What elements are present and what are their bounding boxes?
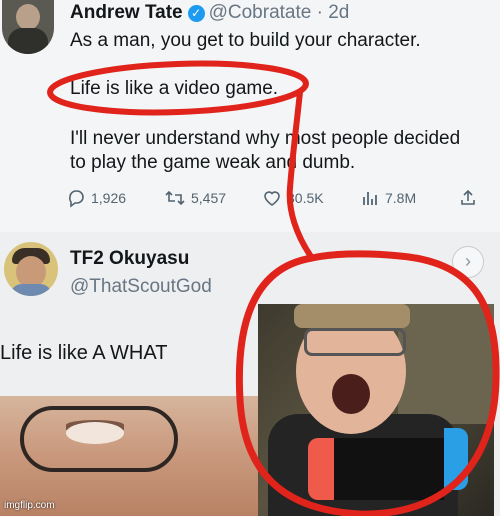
analytics-icon <box>363 192 377 205</box>
reply-button[interactable]: 1,926 <box>66 188 126 208</box>
reply-tweet: TF2 Okuyasu @ThatScoutGod › Life is like… <box>0 232 500 516</box>
like-button[interactable]: 30.5K <box>262 188 324 208</box>
reply-icon <box>69 190 84 208</box>
reply-author-handle[interactable]: @ThatScoutGod <box>70 276 212 298</box>
watermark: imgflip.com <box>4 500 55 511</box>
verified-badge-icon: ✓ <box>187 5 205 22</box>
tweet-header: Andrew Tate ✓ @Cobratate · 2d <box>70 2 349 24</box>
reply-author-name[interactable]: TF2 Okuyasu <box>70 248 189 270</box>
retweet-button[interactable]: 5,457 <box>164 188 226 208</box>
heart-icon <box>264 191 280 206</box>
tweet-text-line: As a man, you get to build your characte… <box>70 30 421 51</box>
tweet-text-line: I'll never understand why most people de… <box>70 128 461 149</box>
tweet-actions: 1,926 5,457 30.5K 7.8M <box>66 188 486 210</box>
author-name[interactable]: Andrew Tate <box>70 2 183 23</box>
share-icon <box>461 189 475 205</box>
reply-image-left[interactable] <box>0 396 258 516</box>
views-button[interactable]: 7.8M <box>360 188 416 208</box>
reaction-image[interactable] <box>258 304 494 516</box>
tweet-text-line: Life is like a video game. <box>70 78 279 99</box>
retweet-icon <box>165 190 185 206</box>
reply-author-avatar[interactable] <box>4 242 58 296</box>
tweet-text-line: to play the game weak and dumb. <box>70 152 356 173</box>
retweet-count: 5,457 <box>191 190 227 206</box>
reply-count: 1,926 <box>91 190 127 206</box>
view-count: 7.8M <box>385 190 417 206</box>
like-count: 30.5K <box>287 190 324 206</box>
more-chevron-icon[interactable]: › <box>452 246 484 278</box>
reply-text: Life is like A WHAT <box>0 342 168 364</box>
share-button[interactable] <box>458 188 478 208</box>
original-tweet: Andrew Tate ✓ @Cobratate · 2d As a man, yo… <box>0 0 500 232</box>
author-avatar[interactable] <box>2 0 54 54</box>
author-handle-time[interactable]: @Cobratate · 2d <box>209 2 350 23</box>
